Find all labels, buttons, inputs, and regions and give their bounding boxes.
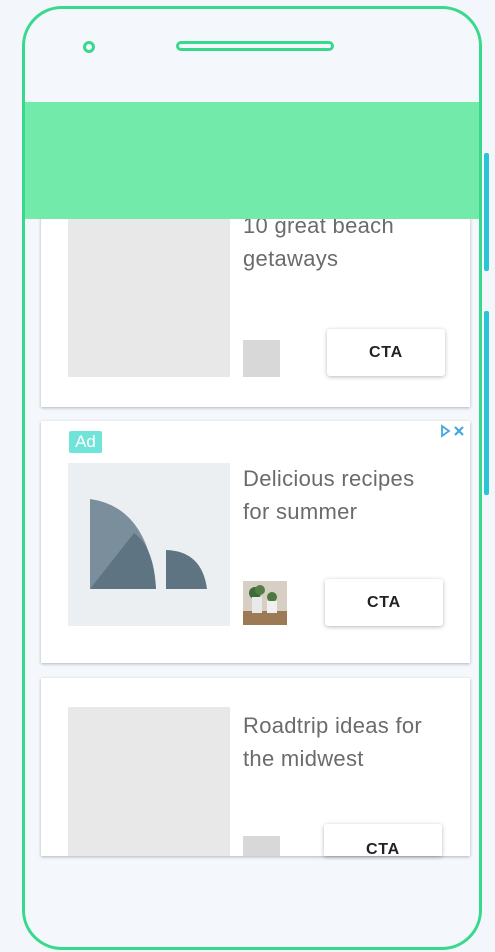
ad-image [68,463,230,626]
app-header-bar [25,102,479,219]
article-thumbnail [68,707,230,856]
article-card[interactable]: Roadtrip ideas for the midwest CTA [41,678,470,856]
article-title-line: getaways [243,246,339,271]
ad-badge: Ad [69,431,102,453]
ad-card[interactable]: Ad Delicious recipes for summer CTA [41,421,470,663]
cta-button[interactable]: CTA [325,579,443,626]
ad-title-line: Delicious recipes [243,466,415,491]
article-title: Roadtrip ideas for the midwest [243,709,463,775]
power-button [484,311,489,495]
cta-button[interactable]: CTA [327,329,445,376]
volume-button [484,153,489,271]
author-avatar [243,340,280,377]
article-title-line: the midwest [243,746,364,771]
phone-frame: 10 great beach getaways CTA Ad Delicious… [22,6,482,950]
ad-title: Delicious recipes for summer [243,462,463,528]
plant-image [243,581,287,625]
author-avatar [243,836,280,856]
article-title-line: Roadtrip ideas for [243,713,423,738]
cta-button[interactable]: CTA [324,824,442,856]
ad-title-line: for summer [243,499,358,524]
adchoices-icon[interactable] [436,424,472,438]
speaker-icon [176,41,334,51]
camera-icon [83,41,95,53]
